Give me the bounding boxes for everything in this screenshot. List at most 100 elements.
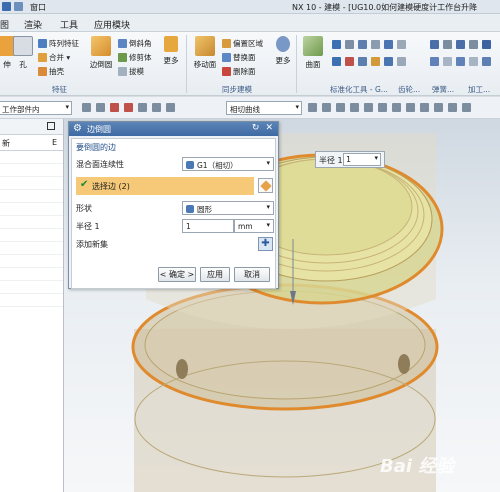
tool-icon[interactable]: [397, 40, 406, 49]
continuity-dropdown[interactable]: G1（相切） ▾: [182, 157, 274, 171]
section-header-edges[interactable]: 要倒圆的边: [76, 142, 116, 153]
tool-icon[interactable]: [345, 40, 354, 49]
list-item[interactable]: [0, 177, 63, 190]
snap-icon[interactable]: [434, 103, 443, 112]
point-icon[interactable]: [138, 103, 147, 112]
maximize-icon[interactable]: [47, 122, 55, 130]
radius-unit-dropdown[interactable]: mm ▾: [234, 219, 274, 233]
spring-icon[interactable]: [469, 40, 478, 49]
tool-icon[interactable]: [345, 57, 354, 66]
snap-icon[interactable]: [462, 103, 471, 112]
tool-icon[interactable]: [358, 57, 367, 66]
tab-application[interactable]: 应用模块: [94, 18, 130, 31]
add-new-set-button[interactable]: ✚: [258, 237, 273, 251]
window-menu[interactable]: 窗口: [30, 2, 46, 13]
continuity-label: 混合面连续性: [76, 160, 124, 169]
unite-button[interactable]: 合并 ▾: [38, 52, 70, 63]
onscreen-radius-field[interactable]: 1 ▾: [343, 153, 381, 166]
dialog-title-bar[interactable]: ⚙ 边倒圆 ↻ ✕: [69, 122, 278, 136]
more-sync-button[interactable]: 更多: [270, 36, 296, 66]
list-item[interactable]: [0, 229, 63, 242]
snap-icon[interactable]: [420, 103, 429, 112]
move-face-button[interactable]: 移动面: [190, 36, 220, 70]
machining-icon[interactable]: [482, 57, 491, 66]
snap-icon[interactable]: [448, 103, 457, 112]
chamfer-button[interactable]: 倒斜角: [118, 38, 152, 49]
list-item[interactable]: [0, 255, 63, 268]
list-item[interactable]: [0, 294, 63, 307]
group-label-spring[interactable]: 弹簧...: [432, 84, 454, 95]
hole-button[interactable]: 孔: [10, 36, 36, 70]
list-item[interactable]: [0, 242, 63, 255]
gear-icon[interactable]: [443, 57, 452, 66]
spring-icon[interactable]: [456, 40, 465, 49]
replace-face-button[interactable]: 替换面: [222, 52, 256, 63]
pattern-feature-button[interactable]: 阵列特征: [38, 38, 79, 49]
tool-icon[interactable]: [397, 57, 406, 66]
spring-icon[interactable]: [469, 57, 478, 66]
close-icon[interactable]: ✕: [265, 123, 273, 133]
list-item[interactable]: [0, 164, 63, 177]
tab-render[interactable]: 渲染: [24, 18, 42, 31]
view-icon[interactable]: [166, 103, 175, 112]
surface-button[interactable]: 曲面: [300, 36, 326, 70]
snap-icon[interactable]: [406, 103, 415, 112]
box-select-icon[interactable]: [152, 103, 161, 112]
more-feature-button[interactable]: 更多: [158, 36, 184, 66]
gear-icon[interactable]: [430, 57, 439, 66]
list-item[interactable]: [0, 203, 63, 216]
shape-dropdown[interactable]: 圆形 ▾: [182, 201, 274, 215]
group-label-machining[interactable]: 加工...: [468, 84, 490, 95]
curve-rule-dropdown[interactable]: 相切曲线 ▾: [226, 101, 302, 115]
tool-icon[interactable]: [358, 40, 367, 49]
apply-button[interactable]: 应用: [200, 267, 230, 282]
snap-icon[interactable]: [96, 103, 105, 112]
draft-button[interactable]: 拔模: [118, 66, 144, 77]
trim-body-button[interactable]: 修剪体: [118, 52, 152, 63]
select-edge-row[interactable]: ✔ 选择边 (2): [76, 177, 254, 195]
navigator-column-header[interactable]: 新 E: [0, 135, 63, 151]
shell-button[interactable]: 抽壳: [38, 66, 64, 77]
undo-icon[interactable]: [2, 2, 11, 11]
group-label-standard-tools[interactable]: 标准化工具 - G...: [330, 84, 388, 95]
list-item[interactable]: [0, 190, 63, 203]
gear-icon[interactable]: [430, 40, 439, 49]
offset-region-button[interactable]: 偏置区域: [222, 38, 263, 49]
radius-input[interactable]: 1: [182, 219, 234, 233]
edge-blend-dialog: ⚙ 边倒圆 ↻ ✕ 要倒圆的边 混合面连续性 G1（相切） ▾ ✔ 选择边 (2)…: [68, 121, 279, 289]
snap-icon[interactable]: [392, 103, 401, 112]
snap-icon[interactable]: [364, 103, 373, 112]
tool-icon[interactable]: [384, 40, 393, 49]
snap-icon[interactable]: [322, 103, 331, 112]
edge-blend-button[interactable]: 边倒圆: [86, 36, 116, 70]
ok-button[interactable]: < 确定 >: [158, 267, 196, 282]
gear-icon[interactable]: [443, 40, 452, 49]
filter-icon[interactable]: [110, 103, 119, 112]
delete-face-button[interactable]: 删除面: [222, 66, 256, 77]
list-item[interactable]: [0, 268, 63, 281]
list-item[interactable]: [0, 281, 63, 294]
snap-icon[interactable]: [336, 103, 345, 112]
spring-icon[interactable]: [456, 57, 465, 66]
snap-icon[interactable]: [350, 103, 359, 112]
point-icon[interactable]: [124, 103, 133, 112]
cancel-button[interactable]: 取消: [234, 267, 270, 282]
tab-tools[interactable]: 工具: [60, 18, 78, 31]
snap-icon[interactable]: [378, 103, 387, 112]
snap-icon[interactable]: [82, 103, 91, 112]
tool-icon[interactable]: [384, 57, 393, 66]
group-label-gear[interactable]: 齿轮...: [398, 84, 420, 95]
snap-icon[interactable]: [308, 103, 317, 112]
select-edge-button[interactable]: [258, 178, 273, 193]
list-item[interactable]: [0, 216, 63, 229]
tab-view[interactable]: 图: [0, 18, 9, 31]
list-item[interactable]: [0, 151, 63, 164]
tool-icon[interactable]: [371, 40, 380, 49]
tool-icon[interactable]: [332, 40, 341, 49]
selection-scope-dropdown[interactable]: 工作部件内 ▾: [0, 101, 72, 115]
tool-icon[interactable]: [371, 57, 380, 66]
machining-icon[interactable]: [482, 40, 491, 49]
window-icon[interactable]: [14, 2, 23, 11]
reset-icon[interactable]: ↻: [252, 123, 260, 133]
tool-icon[interactable]: [332, 57, 341, 66]
